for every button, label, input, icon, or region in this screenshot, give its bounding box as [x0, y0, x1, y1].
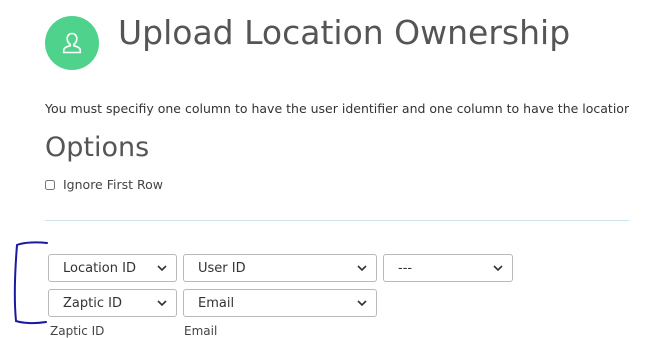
user-icon	[62, 32, 82, 54]
avatar	[45, 16, 99, 70]
column-3-mapping-select[interactable]: ---	[383, 254, 513, 282]
ignore-first-row-checkbox[interactable]	[45, 179, 55, 190]
column-2-source-select[interactable]: Email	[183, 289, 377, 317]
divider	[45, 220, 629, 221]
chevron-down-icon	[157, 300, 167, 307]
column-2-mapping-select[interactable]: User ID	[183, 254, 377, 282]
ignore-first-row-option[interactable]: Ignore First Row	[45, 177, 163, 192]
select-value: User ID	[198, 260, 246, 276]
ignore-first-row-label: Ignore First Row	[63, 177, 163, 192]
select-value: ---	[398, 260, 413, 276]
column-1-source-select[interactable]: Zaptic ID	[48, 289, 177, 317]
select-value: Location ID	[63, 260, 136, 276]
chevron-down-icon	[157, 265, 167, 272]
column-header-1: Zaptic ID	[50, 324, 105, 338]
select-value: Email	[198, 295, 235, 311]
instructions-text: You must specifiy one column to have the…	[45, 101, 629, 116]
column-header-2: Email	[184, 324, 218, 338]
page-title: Upload Location Ownership	[118, 13, 571, 52]
chevron-down-icon	[357, 300, 367, 307]
chevron-down-icon	[493, 265, 503, 272]
options-heading: Options	[45, 132, 150, 163]
column-1-mapping-select[interactable]: Location ID	[48, 254, 177, 282]
select-value: Zaptic ID	[63, 295, 122, 311]
chevron-down-icon	[357, 265, 367, 272]
